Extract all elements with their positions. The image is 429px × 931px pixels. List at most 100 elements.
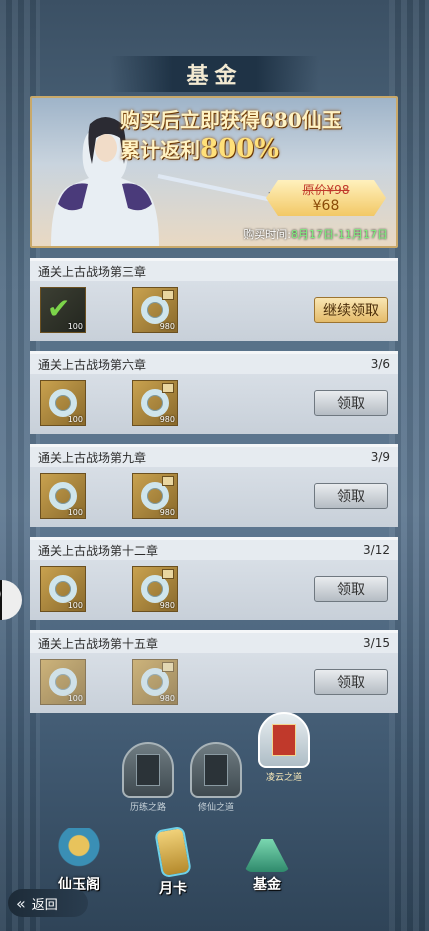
bind-flag-icon	[162, 383, 174, 393]
fund-row: 通关上古战场第六章 3/6 100 980 领取	[30, 351, 398, 434]
reward-qty: 980	[159, 694, 175, 703]
fund-row-title: 通关上古战场第十五章	[38, 636, 159, 651]
jade-ring-icon	[49, 575, 77, 603]
fund-tab-label: 凌云之道	[265, 773, 302, 783]
claim-button[interactable]: 领取	[314, 576, 388, 602]
claimed-check-icon: ✔	[47, 292, 71, 325]
claim-button[interactable]: 领取	[314, 483, 388, 509]
bind-flag-icon	[162, 476, 174, 486]
reward-items: 100 980	[40, 566, 178, 612]
original-price: 原价¥98	[302, 183, 350, 197]
jade-ring-icon	[49, 389, 77, 417]
buy-time: 购买时间:8月17日-11月17日	[243, 226, 388, 242]
reward-item-jade-100[interactable]: 100	[40, 380, 86, 426]
reward-item-jade-980[interactable]: 980	[132, 566, 178, 612]
reward-item-jade-100[interactable]: ✔ 100	[40, 287, 86, 333]
reward-item-jade-980[interactable]: 980	[132, 473, 178, 519]
fund-row-progress: 3/6	[370, 357, 390, 371]
fund-tab-trial-road[interactable]: 历练之路	[122, 742, 174, 816]
jade-ring-icon	[141, 482, 169, 510]
fund-tab-label: 历练之路	[129, 803, 166, 813]
fund-tab-lingyun-road[interactable]: 凌云之道	[258, 712, 310, 786]
reward-qty: 100	[67, 508, 83, 517]
promo-rebate-label: 累计返利	[120, 138, 200, 162]
fund-banner: 购买后立即获得680仙玉 累计返利800% 原价¥98 ¥68 购买时间:8月1…	[30, 96, 398, 248]
nav-monthly-card[interactable]: 月卡	[138, 825, 208, 898]
nav-label: 基金	[253, 877, 281, 893]
reward-qty: 980	[159, 322, 175, 331]
current-price: ¥68	[312, 198, 340, 214]
fund-row-title: 通关上古战场第六章	[38, 357, 147, 372]
fund-row-header: 通关上古战场第十五章 3/15	[30, 633, 398, 653]
reward-items: ✔ 100 980	[40, 287, 178, 333]
fund-tab-cultivation-road[interactable]: 修仙之道	[190, 742, 242, 816]
jade-ring-icon	[141, 389, 169, 417]
fund-row-progress: 3/9	[370, 450, 390, 464]
fund-row-progress: 3/12	[363, 543, 390, 557]
reward-qty: 100	[67, 322, 83, 331]
promo-rebate-value: 800%	[200, 134, 279, 164]
scroll-glyph-icon	[204, 754, 228, 786]
scroll-glyph-icon	[136, 754, 160, 786]
back-arrow-icon: «	[16, 893, 26, 913]
buy-price-button[interactable]: 原价¥98 ¥68	[266, 180, 386, 216]
reward-item-jade-100[interactable]: 100	[40, 473, 86, 519]
reward-qty: 100	[67, 601, 83, 610]
reward-qty: 980	[159, 508, 175, 517]
fund-row: 通关上古战场第九章 3/9 100 980 领取	[30, 444, 398, 527]
buy-time-dates: 8月17日-11月17日	[291, 228, 388, 241]
fund-tab-label: 修仙之道	[197, 803, 234, 813]
fund-row-header: 通关上古战场第九章 3/9	[30, 447, 398, 467]
scroll-glyph-icon	[272, 724, 296, 756]
fund-row: 通关上古战场第三章 ✔ 100 980 继续领取	[30, 258, 398, 341]
page-title: 基金	[186, 63, 243, 89]
page-title-bar: 基金	[110, 56, 319, 92]
promo-rebate: 累计返利800%	[120, 134, 279, 164]
fund-row-title: 通关上古战场第十二章	[38, 543, 159, 558]
fund-row-header: 通关上古战场第六章 3/6	[30, 354, 398, 374]
monthly-card-icon	[154, 825, 192, 879]
bind-flag-icon	[162, 662, 174, 672]
fund-tab-medal-active	[258, 712, 310, 768]
bind-flag-icon	[162, 290, 174, 300]
bind-flag-icon	[162, 569, 174, 579]
reward-item-jade-980[interactable]: 980	[132, 287, 178, 333]
jade-ring-icon	[141, 668, 169, 696]
jade-ring-icon	[49, 482, 77, 510]
back-label: 返回	[31, 897, 58, 913]
reward-qty: 980	[159, 415, 175, 424]
reward-item-jade-100[interactable]: 100	[40, 659, 86, 705]
fund-reward-list: 通关上古战场第三章 ✔ 100 980 继续领取 通关上古战场第六章 3/6 1…	[30, 258, 398, 723]
claim-button[interactable]: 领取	[314, 390, 388, 416]
fund-mountain-icon	[244, 828, 290, 872]
reward-items: 100 980	[40, 659, 178, 705]
reward-item-jade-100[interactable]: 100	[40, 566, 86, 612]
jade-ring-icon	[49, 668, 77, 696]
reward-items: 100 980	[40, 380, 178, 426]
reward-qty: 100	[67, 694, 83, 703]
fund-tab-medal	[190, 742, 242, 798]
fund-row-header: 通关上古战场第十二章 3/12	[30, 540, 398, 560]
promo-headline: 购买后立即获得680仙玉	[120, 108, 342, 132]
back-button[interactable]: « 返回	[8, 889, 88, 917]
reward-item-jade-980[interactable]: 980	[132, 659, 178, 705]
buy-time-label: 购买时间:	[243, 228, 292, 241]
fund-row: 通关上古战场第十五章 3/15 100 980 领取	[30, 630, 398, 713]
reward-item-jade-980[interactable]: 980	[132, 380, 178, 426]
fund-row-progress: 3/15	[363, 636, 390, 650]
fund-tab-medal	[122, 742, 174, 798]
jade-ring-icon	[141, 296, 169, 324]
fund-row-title: 通关上古战场第九章	[38, 450, 147, 465]
reward-items: 100 980	[40, 473, 178, 519]
nav-label: 月卡	[159, 881, 187, 897]
claim-button[interactable]: 领取	[314, 669, 388, 695]
jade-ring-icon	[141, 575, 169, 603]
fund-row-header: 通关上古战场第三章	[30, 261, 398, 281]
jade-pavilion-icon	[56, 828, 102, 872]
reward-qty: 980	[159, 601, 175, 610]
reward-qty: 100	[67, 415, 83, 424]
nav-fund[interactable]: 基金	[232, 828, 302, 894]
continue-claim-button[interactable]: 继续领取	[314, 297, 388, 323]
nav-jade-pavilion[interactable]: 仙玉阁	[44, 828, 114, 894]
fund-row-title: 通关上古战场第三章	[38, 264, 147, 279]
